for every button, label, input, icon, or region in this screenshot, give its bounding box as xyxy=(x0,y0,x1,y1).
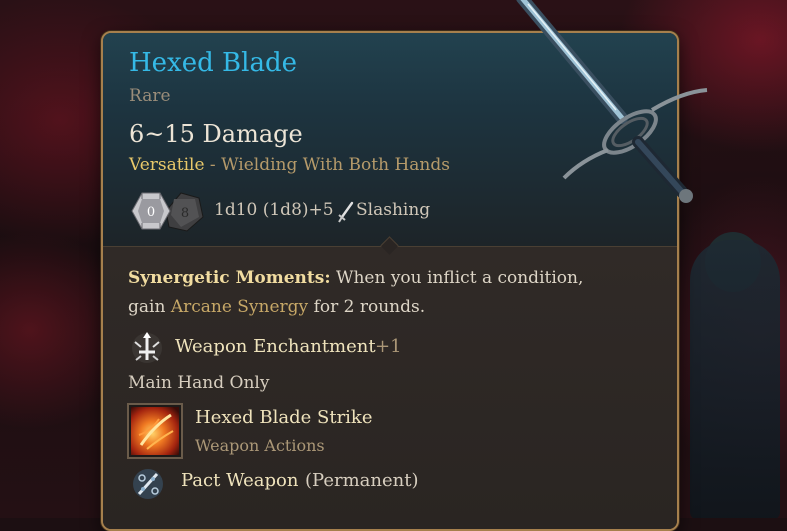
weapon-rapier-icon xyxy=(516,0,708,203)
scene-character-body xyxy=(690,240,780,518)
sword-enchant-icon xyxy=(132,332,162,363)
synergy-title: Synergetic Moments: xyxy=(128,268,331,288)
synergy-line2-suffix: for 2 rounds. xyxy=(308,297,426,317)
item-name: Hexed Blade xyxy=(129,48,297,78)
weapon-property[interactable]: Versatile - Wielding With Both Hands xyxy=(129,155,450,175)
pact-weapon-label[interactable]: Pact Weapon xyxy=(181,470,298,491)
enchantment-bonus: +1 xyxy=(375,336,402,357)
arcane-synergy-link[interactable]: Arcane Synergy xyxy=(171,297,308,317)
pact-weapon-icon xyxy=(133,469,163,499)
synergy-line2-prefix: gain xyxy=(128,297,171,317)
damage-dice-icon: 8 0 xyxy=(131,192,204,232)
property-description: Wielding With Both Hands xyxy=(221,155,450,175)
action-type: Weapon Actions xyxy=(195,436,325,455)
pact-weapon-status: (Permanent) xyxy=(305,470,419,491)
action-name[interactable]: Hexed Blade Strike xyxy=(195,407,373,428)
damage-type: Slashing xyxy=(356,200,431,220)
synergy-description: Synergetic Moments: When you inflict a c… xyxy=(128,264,583,322)
sword-slash-icon xyxy=(338,201,354,223)
property-separator: - xyxy=(204,155,222,175)
enchantment-label[interactable]: Weapon Enchantment xyxy=(175,336,376,357)
die-front-value: 0 xyxy=(147,205,155,220)
synergy-line1-text: When you inflict a condition, xyxy=(330,268,584,288)
item-damage: 6~15 Damage xyxy=(129,120,303,148)
hexed-strike-icon[interactable] xyxy=(127,403,183,459)
property-keyword[interactable]: Versatile xyxy=(129,155,205,175)
die-back-value: 8 xyxy=(181,206,189,221)
item-rarity: Rare xyxy=(129,86,171,106)
dice-formula: 1d10 (1d8)+5 xyxy=(214,200,334,220)
main-hand-note: Main Hand Only xyxy=(128,373,270,393)
